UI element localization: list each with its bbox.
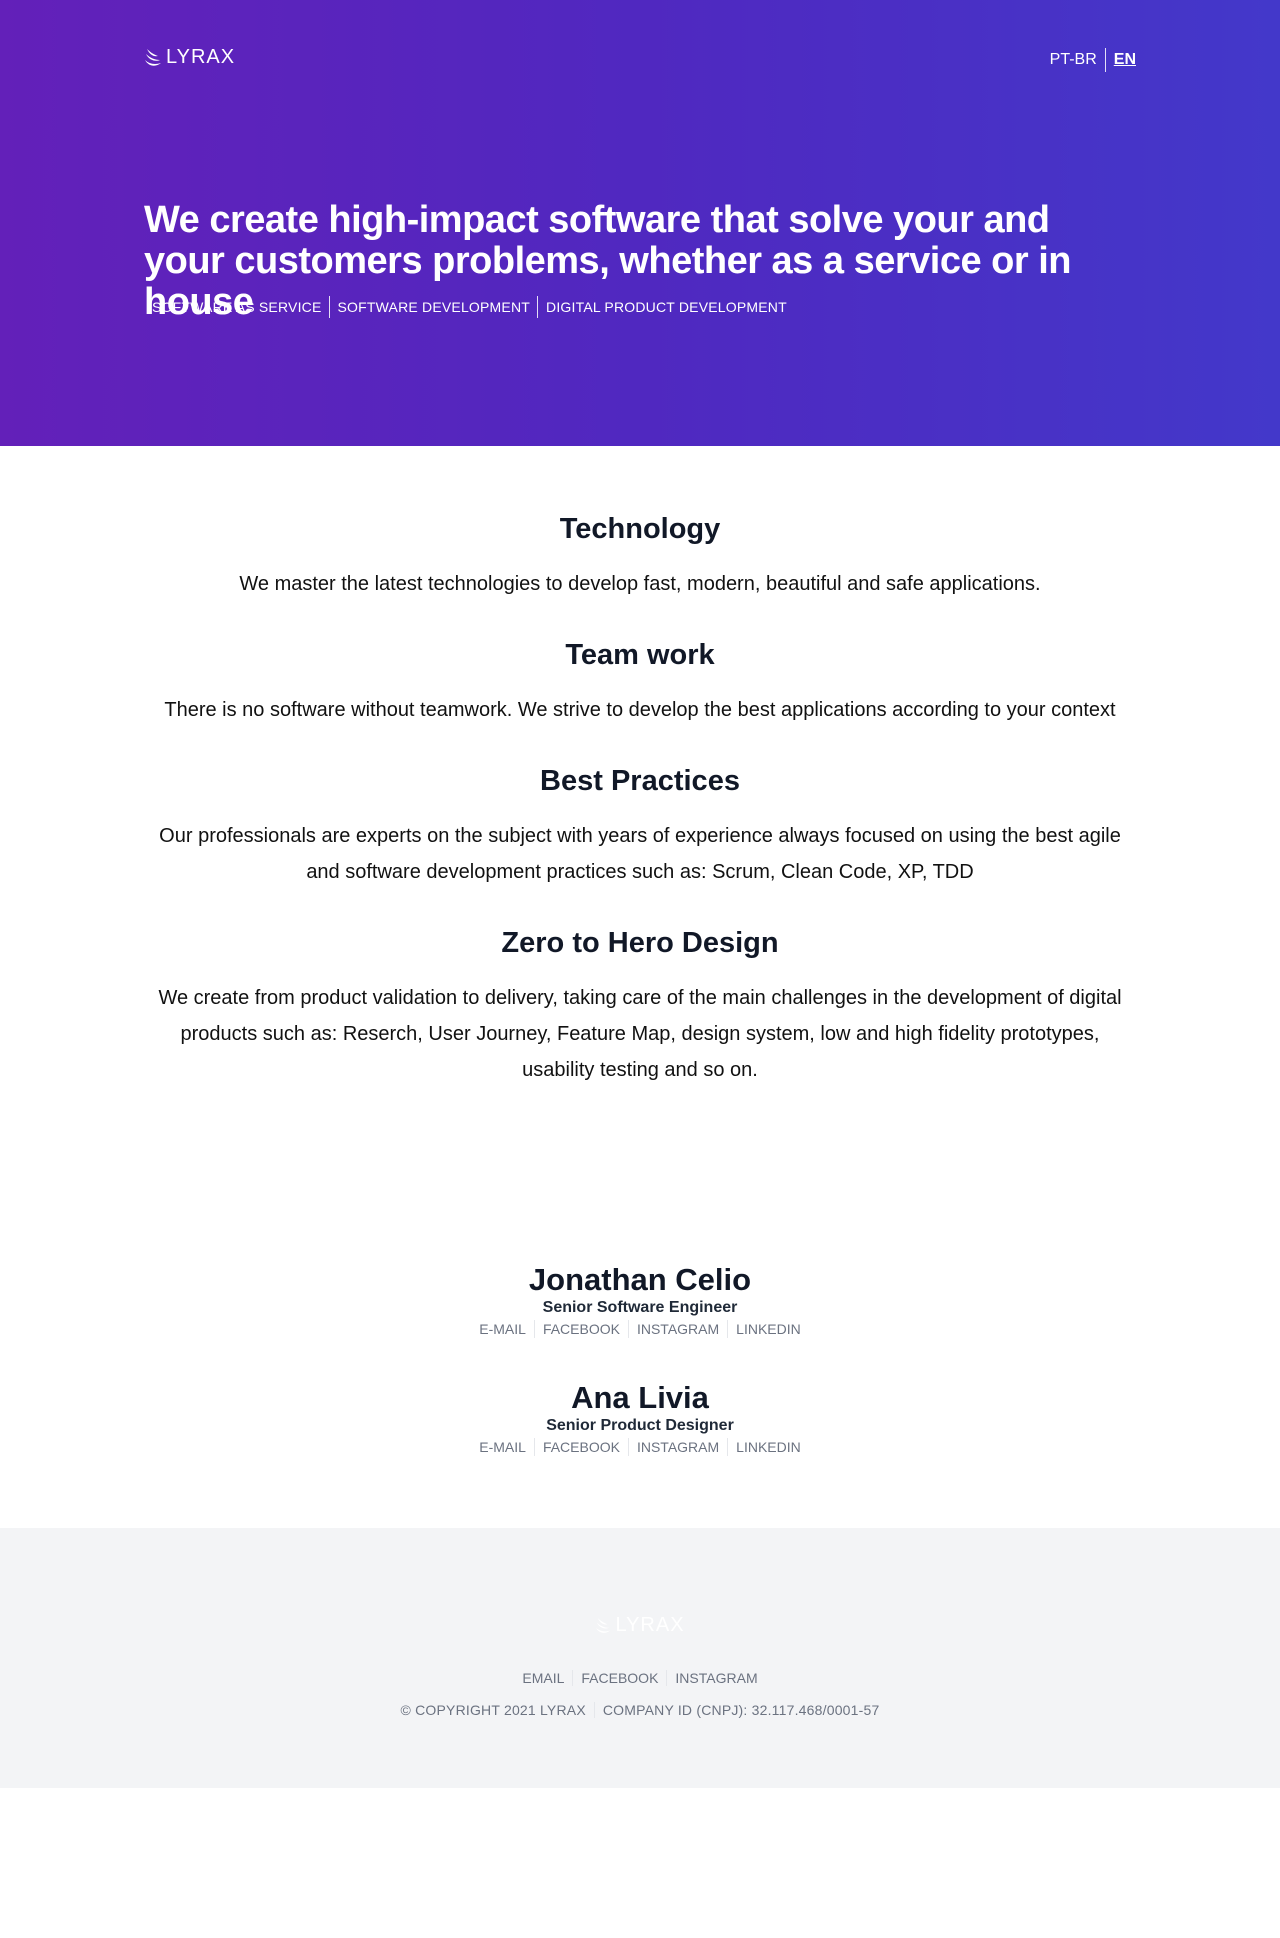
- team-section: Jonathan Celio Senior Software Engineer …: [0, 1262, 1280, 1456]
- lang-en-link[interactable]: EN: [1114, 51, 1136, 69]
- company-id-text: COMPANY ID (CNPJ): 32.117.468/0001-57: [593, 1702, 888, 1718]
- hero-section: LYRAX PT-BR EN We create high-impact sof…: [0, 0, 1280, 446]
- team-member-card: Jonathan Celio Senior Software Engineer …: [0, 1262, 1280, 1338]
- footer-email-link[interactable]: EMAIL: [514, 1670, 572, 1686]
- service-tags: SOFTWARE AS SERVICE SOFTWARE DEVELOPMENT…: [144, 296, 794, 318]
- footer-facebook-link[interactable]: FACEBOOK: [572, 1670, 666, 1686]
- service-tag: SOFTWARE AS SERVICE: [152, 299, 322, 315]
- member-social-links: E-MAIL FACEBOOK INSTAGRAM LINKEDIN: [0, 1320, 1280, 1338]
- language-switcher: PT-BR EN: [1050, 48, 1136, 72]
- feature-text: Our professionals are experts on the sub…: [159, 825, 1121, 883]
- member-social-links: E-MAIL FACEBOOK INSTAGRAM LINKEDIN: [0, 1438, 1280, 1456]
- footer-logo[interactable]: LYRAX: [0, 1614, 1280, 1637]
- feature-title: Zero to Hero Design: [501, 927, 779, 959]
- features-section: Technology We master the latest technolo…: [0, 446, 1280, 1088]
- member-instagram-link[interactable]: INSTAGRAM: [627, 1320, 727, 1338]
- member-facebook-link[interactable]: FACEBOOK: [533, 1320, 628, 1338]
- service-tag: DIGITAL PRODUCT DEVELOPMENT: [546, 299, 787, 315]
- logo-text: LYRAX: [166, 46, 236, 68]
- feature-text: There is no software without teamwork. W…: [164, 699, 1116, 721]
- member-email-link[interactable]: E-MAIL: [471, 1438, 534, 1456]
- feature-title: Team work: [565, 639, 715, 671]
- member-linkedin-link[interactable]: LINKEDIN: [727, 1320, 809, 1338]
- footer-legal: © COPYRIGHT 2021 LYRAX COMPANY ID (CNPJ)…: [0, 1702, 1280, 1718]
- lyrax-logo-icon: [596, 1617, 611, 1633]
- feature-text: We create from product validation to del…: [158, 987, 1122, 1081]
- tag-divider: [537, 296, 539, 318]
- feature-best-practices: Best Practices Our professionals are exp…: [144, 764, 1136, 890]
- tag-divider: [328, 296, 330, 318]
- member-instagram-link[interactable]: INSTAGRAM: [627, 1438, 727, 1456]
- feature-zero-to-hero-design: Zero to Hero Design We create from produ…: [144, 926, 1136, 1088]
- member-role: Senior Software Engineer: [542, 1299, 738, 1316]
- footer-logo-text: LYRAX: [615, 1614, 685, 1636]
- feature-title: Technology: [559, 513, 721, 545]
- member-name: Jonathan Celio: [528, 1262, 752, 1297]
- lang-pt-br-link[interactable]: PT-BR: [1050, 51, 1097, 69]
- site-footer: LYRAX EMAIL FACEBOOK INSTAGRAM © COPYRIG…: [0, 1528, 1280, 1788]
- footer-links: EMAIL FACEBOOK INSTAGRAM: [0, 1670, 1280, 1686]
- member-role: Senior Product Designer: [546, 1417, 734, 1434]
- team-member-card: Ana Livia Senior Product Designer E-MAIL…: [0, 1380, 1280, 1456]
- language-divider: [1104, 48, 1106, 72]
- member-name: Ana Livia: [571, 1380, 709, 1415]
- lyrax-logo-icon: [145, 48, 161, 66]
- copyright-text: © COPYRIGHT 2021 LYRAX: [400, 1702, 586, 1718]
- member-facebook-link[interactable]: FACEBOOK: [533, 1438, 628, 1456]
- member-linkedin-link[interactable]: LINKEDIN: [727, 1438, 809, 1456]
- logo[interactable]: LYRAX: [144, 46, 235, 69]
- feature-technology: Technology We master the latest technolo…: [144, 512, 1136, 602]
- footer-instagram-link[interactable]: INSTAGRAM: [666, 1670, 765, 1686]
- member-email-link[interactable]: E-MAIL: [471, 1320, 534, 1338]
- service-tag: SOFTWARE DEVELOPMENT: [337, 299, 531, 315]
- feature-text: We master the latest technologies to dev…: [239, 573, 1041, 595]
- feature-title: Best Practices: [540, 765, 740, 797]
- feature-team-work: Team work There is no software without t…: [144, 638, 1136, 728]
